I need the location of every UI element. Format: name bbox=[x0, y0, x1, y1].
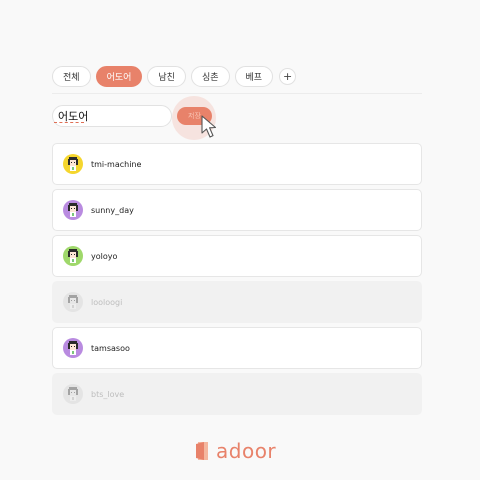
friend-list: tmi-machine sunny_day yoloyo looloogi ta… bbox=[52, 143, 422, 419]
add-tab-button[interactable]: + bbox=[279, 68, 297, 85]
list-item[interactable]: yoloyo bbox=[52, 235, 422, 277]
username: yoloyo bbox=[91, 251, 118, 261]
tab-boyfriend[interactable]: 남친 bbox=[147, 66, 186, 87]
avatar bbox=[63, 154, 83, 174]
divider bbox=[52, 93, 422, 94]
username: looloogi bbox=[91, 297, 123, 307]
list-item[interactable]: tamsasoo bbox=[52, 327, 422, 369]
avatar bbox=[63, 384, 83, 404]
avatar bbox=[63, 200, 83, 220]
list-item[interactable]: sunny_day bbox=[52, 189, 422, 231]
tab-bestie[interactable]: 베프 bbox=[234, 66, 274, 87]
group-name-input[interactable] bbox=[52, 105, 172, 127]
tab-all[interactable]: 전체 bbox=[52, 66, 91, 87]
list-item[interactable]: tmi-machine bbox=[52, 143, 422, 185]
adoor-logo-icon bbox=[196, 442, 208, 460]
list-item[interactable]: bts_love bbox=[52, 373, 422, 415]
brand-logo: adoor bbox=[195, 439, 276, 463]
avatar bbox=[63, 338, 83, 358]
mouse-cursor-icon bbox=[201, 115, 217, 138]
username: bts_love bbox=[91, 389, 125, 399]
tab-sinchon[interactable]: 싱촌 bbox=[190, 66, 230, 87]
avatar bbox=[63, 246, 83, 266]
username: tamsasoo bbox=[91, 343, 130, 353]
username: tmi-machine bbox=[91, 159, 142, 169]
tab-adoor[interactable]: 어도어 bbox=[95, 66, 143, 87]
username: sunny_day bbox=[91, 205, 134, 215]
spellcheck-underline bbox=[54, 122, 84, 123]
group-tabs: 전체 어도어 남친 싱촌 베프 + bbox=[52, 66, 297, 87]
logo-text: adoor bbox=[216, 439, 277, 463]
avatar bbox=[63, 292, 83, 312]
list-item[interactable]: looloogi bbox=[52, 281, 422, 323]
